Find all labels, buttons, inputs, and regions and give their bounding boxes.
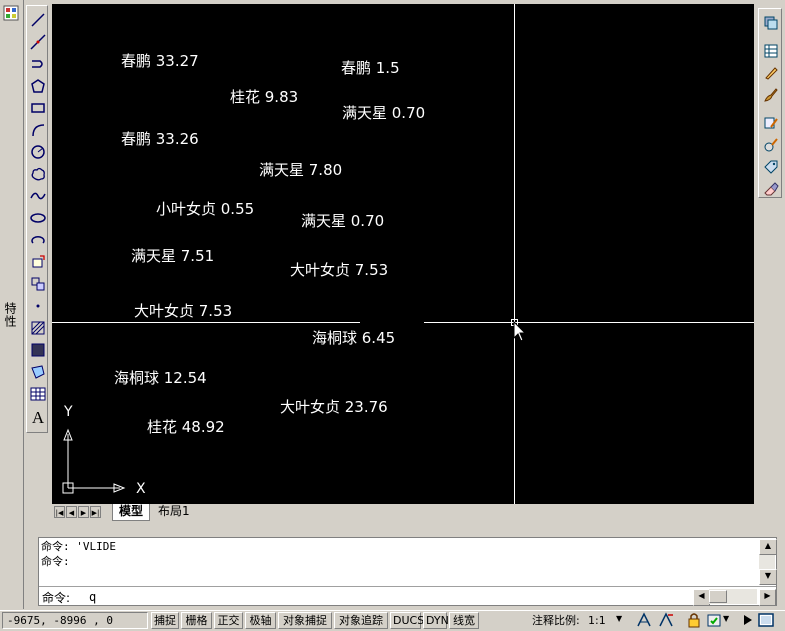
ucs-x-label: X: [136, 481, 146, 497]
line-icon[interactable]: [28, 10, 48, 30]
mouse-cursor-icon: [513, 321, 527, 342]
layer-properties-icon[interactable]: [761, 41, 781, 61]
construction-line-icon[interactable]: [28, 32, 48, 52]
plant-label: 海桐球 12.54: [114, 369, 207, 387]
plant-label: 大叶女贞 7.53: [290, 261, 389, 279]
plant-label: 大叶女贞 23.76: [280, 398, 388, 416]
plant-label: 满天星 0.70: [301, 212, 385, 230]
scroll-thumb[interactable]: [709, 590, 727, 603]
chevron-down-icon[interactable]: ▼: [616, 614, 622, 623]
plant-label: 满天星 0.70: [342, 104, 426, 122]
command-history-line: 命令:: [41, 555, 70, 568]
properties-panel-label[interactable]: 特性: [3, 302, 19, 328]
annotation-scale-label: 注释比例:: [532, 614, 580, 627]
scroll-down-icon[interactable]: ▼: [759, 569, 777, 585]
insert-block-icon[interactable]: [28, 252, 48, 272]
plant-label: 春鹏 1.5: [341, 59, 400, 77]
plant-label: 春鹏 33.27: [121, 52, 199, 70]
scroll-left-icon[interactable]: ◀: [693, 589, 710, 606]
ellipse-arc-icon[interactable]: [28, 230, 48, 250]
ortho-toggle[interactable]: 正交: [214, 612, 243, 629]
plant-label: 满天星 7.80: [259, 161, 343, 179]
ellipse-icon[interactable]: [28, 208, 48, 228]
last-tab-button[interactable]: ▶|: [90, 506, 101, 518]
brush-icon[interactable]: [761, 85, 781, 105]
palette-menu-icon[interactable]: [2, 4, 20, 22]
pencil-icon[interactable]: [761, 63, 781, 83]
layer-icon[interactable]: [761, 13, 781, 33]
gradient-icon[interactable]: [28, 340, 48, 360]
object-tracking-toggle[interactable]: 对象追踪: [334, 612, 388, 629]
right-toolbar: [758, 8, 782, 198]
match-properties-icon[interactable]: [761, 113, 781, 133]
erase-tool-icon[interactable]: [761, 179, 781, 199]
layout-tab-bar: |◀ ◀ ▶ ▶| 模型 布局1: [52, 504, 754, 521]
command-history-line: 命令: 'VLIDE: [41, 540, 116, 553]
tag-icon[interactable]: [761, 157, 781, 177]
object-snap-toggle[interactable]: 对象捕捉: [278, 612, 332, 629]
plant-label: 桂花 9.83: [230, 88, 299, 106]
tab-model[interactable]: 模型: [112, 504, 151, 521]
arc-icon[interactable]: [28, 120, 48, 140]
lineweight-toggle[interactable]: 线宽: [449, 612, 479, 629]
make-block-icon[interactable]: [28, 274, 48, 294]
multiline-text-icon[interactable]: A: [28, 408, 48, 428]
trusted-path-icon[interactable]: [706, 612, 722, 628]
scroll-up-icon[interactable]: ▲: [759, 539, 777, 555]
scroll-right-icon[interactable]: ▶: [759, 589, 776, 606]
polyline-icon[interactable]: [28, 54, 48, 74]
drawing-canvas[interactable]: 春鹏 33.27 春鹏 1.5 桂花 9.83 满天星 0.70 春鹏 33.2…: [52, 4, 754, 504]
command-prompt: 命令:: [42, 591, 71, 605]
crosshair-horizontal-left: [52, 322, 360, 323]
point-icon[interactable]: [28, 296, 48, 316]
rectangle-icon[interactable]: [28, 98, 48, 118]
draw-toolbar: A: [26, 5, 48, 433]
polygon-icon[interactable]: [28, 76, 48, 96]
region-icon[interactable]: [28, 362, 48, 382]
polar-toggle[interactable]: 极轴: [245, 612, 276, 629]
coordinate-display[interactable]: -9675, -8996 , 0: [2, 612, 148, 629]
block-editor-icon[interactable]: [761, 135, 781, 155]
tool-palette-strip: 特性: [0, 0, 24, 609]
next-tab-button[interactable]: ▶: [78, 506, 89, 518]
crosshair-horizontal-right: [424, 322, 754, 323]
lock-icon[interactable]: [686, 612, 702, 628]
command-input[interactable]: [89, 589, 729, 604]
plant-label: 小叶女贞 0.55: [156, 200, 255, 218]
snap-toggle[interactable]: 捕捉: [151, 612, 179, 629]
menu-arrow-icon[interactable]: [740, 612, 756, 628]
command-window: 命令: 'VLIDE 命令: ▲ ▼ 命令: ◀ ▶: [38, 537, 777, 606]
auto-scale-icon[interactable]: [658, 612, 674, 628]
command-input-row: 命令: ◀ ▶: [39, 586, 776, 606]
prev-tab-button[interactable]: ◀: [66, 506, 77, 518]
command-scrollbar[interactable]: ▲ ▼: [759, 539, 777, 585]
annotation-visibility-icon[interactable]: [636, 612, 652, 628]
plant-label: 满天星 7.51: [131, 247, 215, 265]
grid-toggle[interactable]: 栅格: [181, 612, 212, 629]
circle-icon[interactable]: [28, 142, 48, 162]
ducs-toggle[interactable]: DUCS: [390, 612, 424, 629]
plant-label: 春鹏 33.26: [121, 130, 199, 148]
hatch-icon[interactable]: [28, 318, 48, 338]
annotation-scale-dropdown[interactable]: 1:1: [588, 613, 606, 628]
first-tab-button[interactable]: |◀: [54, 506, 65, 518]
plant-label: 海桐球 6.45: [312, 329, 396, 347]
tab-layout1[interactable]: 布局1: [152, 504, 196, 520]
ucs-icon: [62, 428, 126, 494]
table-icon[interactable]: [28, 384, 48, 404]
command-horizontal-scrollbar[interactable]: ◀ ▶: [693, 589, 776, 606]
clean-screen-icon[interactable]: [758, 612, 774, 628]
chevron-down-icon[interactable]: ▼: [723, 614, 729, 623]
revision-cloud-icon[interactable]: [28, 164, 48, 184]
ucs-y-label: Y: [64, 404, 73, 420]
plant-label: 大叶女贞 7.53: [134, 302, 233, 320]
command-history: 命令: 'VLIDE 命令:: [41, 539, 759, 585]
crosshair-vertical: [514, 4, 515, 504]
spline-icon[interactable]: [28, 186, 48, 206]
dyn-toggle[interactable]: DYN: [423, 612, 449, 629]
